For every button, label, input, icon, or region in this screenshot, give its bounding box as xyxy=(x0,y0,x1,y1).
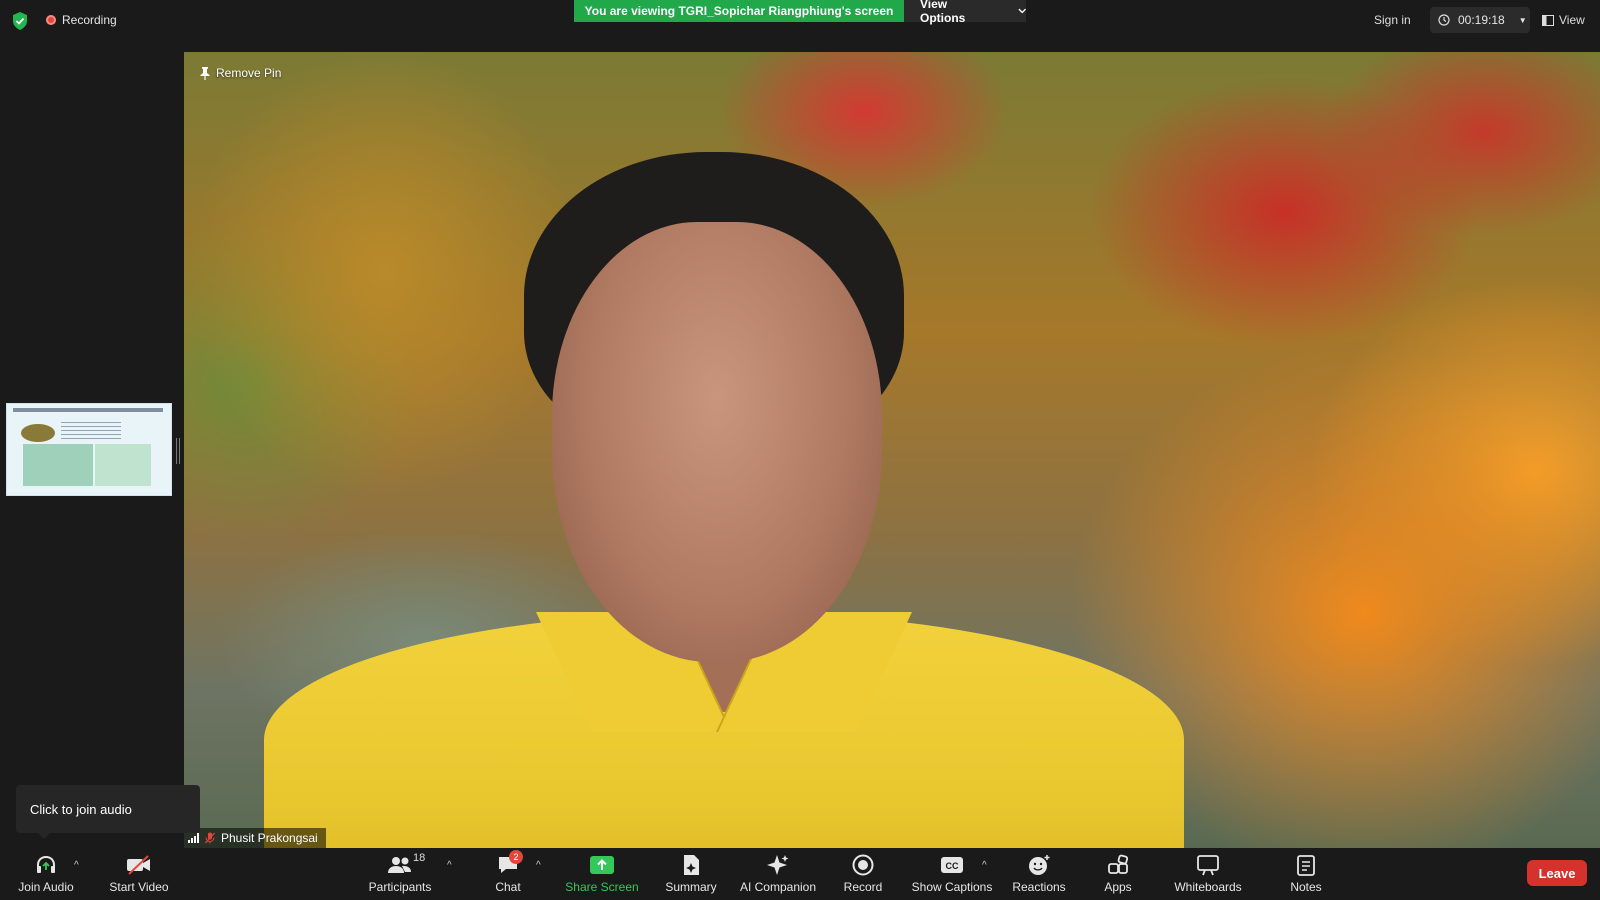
summary-icon xyxy=(678,854,704,876)
ai-companion-label: AI Companion xyxy=(739,880,817,894)
video-off-icon xyxy=(126,854,152,876)
remove-pin-label: Remove Pin xyxy=(216,66,282,80)
chat-icon: 2 xyxy=(495,850,523,876)
leave-button[interactable]: Leave xyxy=(1527,860,1587,886)
chat-unread-badge: 2 xyxy=(509,850,523,864)
thumbnail-title-line xyxy=(13,408,163,412)
participant-video-face xyxy=(552,222,882,662)
svg-text:CC: CC xyxy=(946,861,959,871)
recording-indicator[interactable]: Recording xyxy=(46,13,117,27)
chat-button[interactable]: 2 Chat xyxy=(490,848,526,900)
headphones-icon xyxy=(33,854,59,876)
record-circle-icon xyxy=(850,854,876,876)
participant-name: Phusit Prakongsai xyxy=(221,831,318,845)
summary-button[interactable]: Summary xyxy=(662,848,720,900)
view-label: View xyxy=(1559,13,1585,27)
join-audio-tooltip: Click to join audio xyxy=(16,785,200,839)
join-audio-label: Join Audio xyxy=(18,880,74,894)
chat-label: Chat xyxy=(495,880,521,894)
participants-count: 18 xyxy=(413,852,426,864)
cc-icon: CC xyxy=(939,854,965,876)
view-options-button[interactable]: View Options xyxy=(904,0,1026,25)
share-screen-label: Share Screen xyxy=(565,880,639,894)
join-audio-button[interactable]: Join Audio xyxy=(14,848,78,900)
chevron-down-icon: ▼ xyxy=(1518,15,1527,25)
recording-label: Recording xyxy=(62,13,117,27)
ai-sparkle-icon xyxy=(765,854,791,876)
show-captions-button[interactable]: CC Show Captions xyxy=(910,848,994,900)
signal-icon xyxy=(188,833,199,843)
meeting-timer[interactable]: 00:19:18 ▼ xyxy=(1430,7,1530,33)
notes-icon xyxy=(1293,854,1319,876)
apps-icon xyxy=(1105,854,1131,876)
pinned-video[interactable]: Remove Pin Phusit Prakongsai xyxy=(184,52,1600,848)
share-screen-icon xyxy=(589,854,615,876)
whiteboards-label: Whiteboards xyxy=(1174,880,1242,894)
reactions-button[interactable]: Reactions xyxy=(1010,848,1068,900)
notes-button[interactable]: Notes xyxy=(1286,848,1326,900)
record-label: Record xyxy=(843,880,883,894)
chevron-down-icon xyxy=(1017,8,1026,14)
reactions-label: Reactions xyxy=(1012,880,1066,894)
thumbnail-shape xyxy=(21,424,55,442)
captions-options-caret[interactable]: ^ xyxy=(982,860,987,871)
chat-options-caret[interactable]: ^ xyxy=(536,860,541,871)
record-button[interactable]: Record xyxy=(840,848,886,900)
viewing-banner: You are viewing TGRI_Sopichar Riangphiun… xyxy=(574,0,904,22)
top-bar: Recording You are viewing TGRI_Sopichar … xyxy=(0,0,1600,52)
audio-options-caret[interactable]: ^ xyxy=(74,860,79,871)
show-captions-label: Show Captions xyxy=(911,880,993,894)
summary-label: Summary xyxy=(665,880,717,894)
participant-name-tag: Phusit Prakongsai xyxy=(184,828,326,848)
panel-resize-handle[interactable] xyxy=(176,438,180,464)
thumbnail-box xyxy=(95,444,151,486)
apps-label: Apps xyxy=(1104,880,1132,894)
view-options-label: View Options xyxy=(920,0,966,25)
thumbnail-box xyxy=(23,444,93,486)
thumbnail-text-lines xyxy=(61,422,121,440)
sign-in-button[interactable]: Sign in xyxy=(1368,7,1417,33)
start-video-label: Start Video xyxy=(109,880,169,894)
view-icon xyxy=(1542,14,1554,26)
remove-pin-button[interactable]: Remove Pin xyxy=(200,66,281,80)
apps-button[interactable]: Apps xyxy=(1100,848,1136,900)
participants-label: Participants xyxy=(368,880,432,894)
start-video-button[interactable]: Start Video xyxy=(104,848,174,900)
clock-icon xyxy=(1438,14,1450,26)
ai-companion-button[interactable]: AI Companion xyxy=(736,848,820,900)
participants-icon: 18 xyxy=(387,852,425,876)
participants-button[interactable]: 18 Participants xyxy=(364,848,436,900)
participants-options-caret[interactable]: ^ xyxy=(447,860,452,871)
shared-screen-thumbnail[interactable] xyxy=(6,403,172,496)
pin-icon xyxy=(200,66,210,80)
reactions-icon xyxy=(1026,854,1052,876)
share-screen-button[interactable]: Share Screen xyxy=(562,848,642,900)
record-icon xyxy=(46,15,56,25)
timer-value: 00:19:18 xyxy=(1458,13,1505,27)
whiteboard-icon xyxy=(1195,854,1221,876)
whiteboards-button[interactable]: Whiteboards xyxy=(1170,848,1246,900)
meeting-toolbar: Join Audio ^ Start Video 18 Participants… xyxy=(0,848,1600,900)
shield-check-icon[interactable] xyxy=(12,12,28,30)
view-button[interactable]: View xyxy=(1542,7,1585,33)
mic-muted-icon xyxy=(205,832,215,844)
notes-label: Notes xyxy=(1290,880,1322,894)
